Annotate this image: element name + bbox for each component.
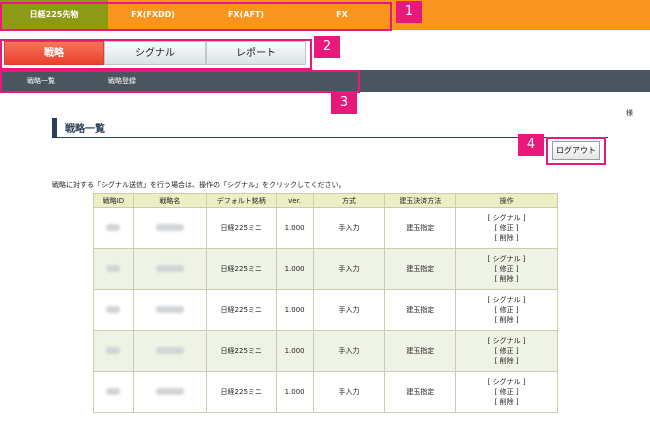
- delete-link[interactable]: [ 削除 ]: [456, 274, 557, 284]
- cell-operations: [ シグナル ][ 修正 ][ 削除 ]: [455, 289, 558, 331]
- cell-version: 1.000: [275, 248, 314, 290]
- delete-link[interactable]: [ 削除 ]: [456, 315, 557, 325]
- redacted-value: [155, 305, 184, 313]
- annotation-number-4: 4: [518, 134, 544, 156]
- instruction-text: 戦略に対する「シグナル送信」を行う場合は、操作の「シグナル」をクリックしてくださ…: [52, 181, 346, 189]
- cell-version: 1.000: [275, 289, 314, 331]
- cell-settlement: 建玉指定: [384, 330, 457, 372]
- header-settlement: 建玉決済方法: [384, 193, 457, 208]
- annotation-box-4: [546, 137, 606, 165]
- delete-link[interactable]: [ 削除 ]: [456, 356, 557, 366]
- annotation-number-2: 2: [314, 36, 340, 58]
- cell-method: 手入力: [312, 371, 386, 413]
- cell-version: 1.000: [275, 371, 314, 413]
- annotation-box-1: [0, 2, 392, 31]
- header-strategy-name: 戦略名: [132, 193, 207, 208]
- annotation-box-3: [0, 70, 360, 93]
- header-default-symbol: デフォルト銘柄: [205, 193, 277, 208]
- redacted-value: [106, 346, 121, 354]
- cell-settlement: 建玉指定: [384, 207, 457, 249]
- table-header-row: 戦略ID 戦略名 デフォルト銘柄 ver. 方式 建玉決済方法 操作: [93, 193, 558, 208]
- edit-link[interactable]: [ 修正 ]: [456, 387, 557, 397]
- cell-strategy-name: [132, 289, 207, 331]
- cell-operations: [ シグナル ][ 修正 ][ 削除 ]: [455, 248, 558, 290]
- redacted-value: [106, 264, 121, 272]
- redacted-value: [155, 223, 184, 231]
- cell-default-symbol: 日経225ミニ: [205, 289, 277, 331]
- cell-method: 手入力: [312, 289, 386, 331]
- cell-default-symbol: 日経225ミニ: [205, 371, 277, 413]
- table-row: 日経225ミニ 1.000 手入力 建玉指定[ シグナル ][ 修正 ][ 削除 ]: [93, 371, 558, 413]
- cell-strategy-id: [93, 330, 134, 372]
- edit-link[interactable]: [ 修正 ]: [456, 264, 557, 274]
- cell-operations: [ シグナル ][ 修正 ][ 削除 ]: [455, 330, 558, 372]
- cell-settlement: 建玉指定: [384, 248, 457, 290]
- redacted-value: [106, 305, 121, 313]
- redacted-value: [106, 223, 121, 231]
- cell-method: 手入力: [312, 248, 386, 290]
- cell-settlement: 建玉指定: [384, 371, 457, 413]
- edit-link[interactable]: [ 修正 ]: [456, 346, 557, 356]
- table-row: 日経225ミニ 1.000 手入力 建玉指定[ シグナル ][ 修正 ][ 削除 ]: [93, 207, 558, 249]
- cell-strategy-id: [93, 207, 134, 249]
- delete-link[interactable]: [ 削除 ]: [456, 233, 557, 243]
- redacted-value: [155, 346, 184, 354]
- cell-strategy-id: [93, 248, 134, 290]
- edit-link[interactable]: [ 修正 ]: [456, 223, 557, 233]
- cell-settlement: 建玉指定: [384, 289, 457, 331]
- redacted-value: [155, 387, 184, 395]
- cell-method: 手入力: [312, 330, 386, 372]
- cell-operations: [ シグナル ][ 修正 ][ 削除 ]: [455, 207, 558, 249]
- signal-link[interactable]: [ シグナル ]: [456, 295, 557, 305]
- cell-strategy-name: [132, 248, 207, 290]
- cell-strategy-name: [132, 330, 207, 372]
- cell-strategy-id: [93, 289, 134, 331]
- signal-link[interactable]: [ シグナル ]: [456, 213, 557, 223]
- header-version: ver.: [275, 193, 314, 208]
- signal-link[interactable]: [ シグナル ]: [456, 336, 557, 346]
- page-title: 戦略一覧: [65, 124, 105, 135]
- annotation-number-1: 1: [396, 1, 422, 23]
- cell-operations: [ シグナル ][ 修正 ][ 削除 ]: [455, 371, 558, 413]
- delete-link[interactable]: [ 削除 ]: [456, 397, 557, 407]
- redacted-value: [106, 387, 121, 395]
- cell-version: 1.000: [275, 330, 314, 372]
- cell-method: 手入力: [312, 207, 386, 249]
- table-row: 日経225ミニ 1.000 手入力 建玉指定[ シグナル ][ 修正 ][ 削除 ]: [93, 248, 558, 290]
- signal-link[interactable]: [ シグナル ]: [456, 377, 557, 387]
- user-suffix-label: 様: [626, 109, 633, 117]
- cell-default-symbol: 日経225ミニ: [205, 248, 277, 290]
- cell-strategy-name: [132, 207, 207, 249]
- edit-link[interactable]: [ 修正 ]: [456, 305, 557, 315]
- table-body: 日経225ミニ 1.000 手入力 建玉指定[ シグナル ][ 修正 ][ 削除 ] 日…: [93, 207, 558, 413]
- cell-default-symbol: 日経225ミニ: [205, 330, 277, 372]
- redacted-value: [155, 264, 184, 272]
- table-row: 日経225ミニ 1.000 手入力 建玉指定[ シグナル ][ 修正 ][ 削除 ]: [93, 289, 558, 331]
- annotation-number-3: 3: [331, 92, 357, 114]
- table-row: 日経225ミニ 1.000 手入力 建玉指定[ シグナル ][ 修正 ][ 削除 ]: [93, 330, 558, 372]
- header-method: 方式: [312, 193, 386, 208]
- header-strategy-id: 戦略ID: [93, 193, 134, 208]
- cell-strategy-name: [132, 371, 207, 413]
- strategy-table: 戦略ID 戦略名 デフォルト銘柄 ver. 方式 建玉決済方法 操作 日経225…: [93, 193, 558, 413]
- header-operations: 操作: [455, 193, 558, 208]
- cell-strategy-id: [93, 371, 134, 413]
- annotation-box-2: [0, 39, 312, 70]
- cell-default-symbol: 日経225ミニ: [205, 207, 277, 249]
- signal-link[interactable]: [ シグナル ]: [456, 254, 557, 264]
- cell-version: 1.000: [275, 207, 314, 249]
